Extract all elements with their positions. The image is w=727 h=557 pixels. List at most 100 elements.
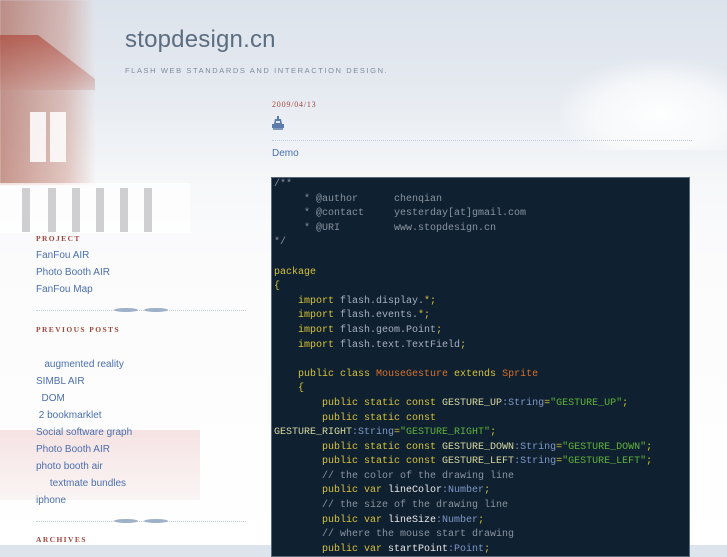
code-line: // the size of the drawing line bbox=[274, 499, 689, 514]
post-link[interactable]: Social software graph bbox=[36, 424, 132, 441]
code-token-punc: ; bbox=[622, 397, 629, 409]
code-line: package bbox=[274, 266, 689, 281]
code-token-type: :String bbox=[502, 397, 545, 409]
post-divider bbox=[272, 138, 692, 144]
code-line: public var lineColor:Number; bbox=[274, 484, 689, 499]
code-token-plain: flash.display. bbox=[334, 295, 425, 307]
code-token-cls: Sprite bbox=[502, 368, 539, 380]
post-link[interactable]: augmented reality bbox=[36, 356, 132, 373]
code-token-kw: public static const bbox=[322, 412, 437, 424]
code-token-comment: // where the mouse start drawing bbox=[322, 529, 515, 541]
archives-heading: ARCHIVES bbox=[36, 535, 87, 544]
code-token-id: GESTURE_RIGHT bbox=[274, 427, 353, 439]
code-token-kw: package bbox=[274, 266, 317, 278]
project-link[interactable]: Photo Booth AIR bbox=[36, 264, 110, 281]
code-token-punc: *; bbox=[424, 295, 437, 307]
code-line: { bbox=[274, 382, 689, 397]
previous-posts-heading: PREVIOUS POSTS bbox=[36, 325, 120, 334]
code-token-kw: public var bbox=[322, 485, 389, 497]
post-link[interactable]: SIMBL AIR bbox=[36, 373, 132, 390]
code-token-punc: ; bbox=[646, 441, 653, 453]
code-line: * @URI www.stopdesign.cn bbox=[274, 222, 689, 237]
project-link[interactable]: FanFou Map bbox=[36, 281, 110, 298]
code-token-type: :String bbox=[352, 427, 395, 439]
code-token-comment: /** bbox=[274, 179, 293, 190]
project-link[interactable]: FanFou AIR bbox=[36, 247, 110, 264]
background-pavilion-image bbox=[0, 0, 95, 185]
post-link[interactable]: Photo Booth AIR bbox=[36, 441, 132, 458]
code-token-punc: ; bbox=[478, 514, 485, 526]
code-line: public static const GESTURE_DOWN:String=… bbox=[274, 441, 689, 456]
post-link[interactable]: 2 bookmarklet bbox=[36, 407, 132, 424]
code-token-kw: public var bbox=[322, 543, 389, 555]
code-token-kw: public var bbox=[322, 514, 389, 526]
code-token-comment: * @author chenqian bbox=[274, 193, 443, 205]
code-token-kw: import bbox=[298, 339, 335, 351]
code-token-comment: // the size of the drawing line bbox=[322, 500, 509, 512]
site-title[interactable]: stopdesign.cn bbox=[125, 26, 276, 54]
code-token-type: :Number bbox=[436, 514, 479, 526]
background-rail-post bbox=[144, 188, 152, 232]
code-token-plain: flash.text.TextField bbox=[334, 339, 461, 351]
code-token-kw: import bbox=[298, 324, 335, 336]
code-token-punc: ; bbox=[490, 427, 497, 439]
code-token-plain: flash.geom.Point bbox=[334, 324, 437, 336]
code-token-comment: */ bbox=[274, 237, 287, 249]
code-token-str: "GESTURE_LEFT" bbox=[562, 456, 647, 468]
background-window bbox=[30, 112, 46, 162]
code-token-str: "GESTURE_UP" bbox=[550, 397, 623, 409]
code-block: /** * @author chenqian * @contact yester… bbox=[271, 177, 690, 557]
code-line: public static const GESTURE_LEFT:String=… bbox=[274, 455, 689, 470]
site-tagline: FLASH WEB STANDARDS AND INTERACTION DESI… bbox=[125, 66, 389, 75]
background-rail-post bbox=[120, 188, 128, 232]
code-token-punc: { bbox=[274, 281, 281, 293]
code-token-kw: public static const bbox=[322, 397, 443, 409]
project-list: FanFou AIR Photo Booth AIR FanFou Map bbox=[36, 247, 110, 298]
code-token-punc: *; bbox=[418, 310, 431, 322]
code-line: { bbox=[274, 280, 689, 295]
section-divider bbox=[36, 308, 246, 314]
post-title-link[interactable]: Demo bbox=[272, 148, 299, 159]
code-line: GESTURE_RIGHT:String="GESTURE_RIGHT"; bbox=[274, 426, 689, 441]
code-token-comment: * @contact yesterday[at]gmail.com bbox=[274, 208, 527, 220]
code-token-ident: lineColor bbox=[388, 485, 443, 497]
pavilion-icon bbox=[272, 116, 284, 130]
code-line: import flash.text.TextField; bbox=[274, 339, 689, 354]
background-rail-post bbox=[96, 188, 104, 232]
code-line: public var lineSize:Number; bbox=[274, 514, 689, 529]
code-line: * @author chenqian bbox=[274, 193, 689, 208]
post-link[interactable]: textmate bundles bbox=[36, 475, 132, 492]
code-token-ident: lineSize bbox=[388, 514, 437, 526]
code-line: public static const GESTURE_UP:String="G… bbox=[274, 397, 689, 412]
code-token-punc: ; bbox=[484, 543, 491, 555]
code-token-punc: ; bbox=[484, 485, 491, 497]
code-token-kw: public class bbox=[298, 368, 377, 380]
post-link[interactable]: photo booth air bbox=[36, 458, 132, 475]
code-line: // the color of the drawing line bbox=[274, 470, 689, 485]
code-token-id: GESTURE_DOWN bbox=[442, 441, 515, 453]
code-token-kw: import bbox=[298, 310, 335, 322]
code-token-id: GESTURE_LEFT bbox=[442, 456, 515, 468]
background-rail-post bbox=[22, 188, 30, 232]
code-token-punc: ; bbox=[436, 324, 443, 336]
code-token-type: :Number bbox=[442, 485, 485, 497]
code-token-kw: public static const bbox=[322, 456, 443, 468]
code-line: * @contact yesterday[at]gmail.com bbox=[274, 207, 689, 222]
background-rail-post bbox=[48, 188, 56, 232]
post-link[interactable]: DOM bbox=[36, 390, 132, 407]
section-divider bbox=[36, 519, 246, 525]
code-token-punc: ; bbox=[460, 339, 467, 351]
code-token-cls: MouseGesture bbox=[376, 368, 449, 380]
background-cloud bbox=[560, 60, 727, 150]
post-link[interactable]: iphone bbox=[36, 492, 132, 509]
